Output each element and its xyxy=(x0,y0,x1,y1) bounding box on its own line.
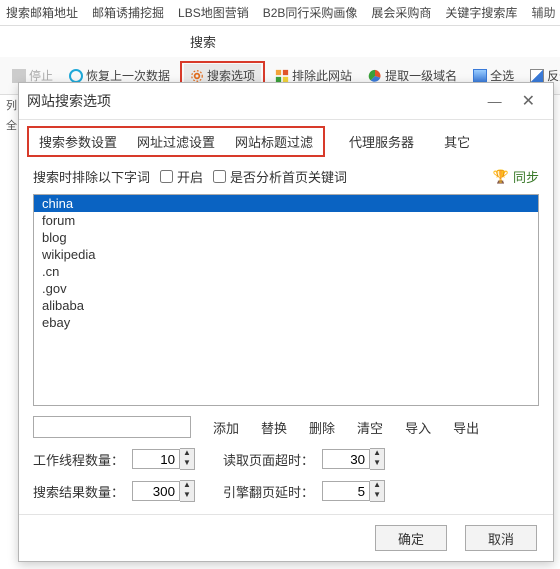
analyze-checkbox-wrap[interactable]: 是否分析首页关键词 xyxy=(213,167,347,186)
results-label: 搜索结果数量： xyxy=(33,482,124,501)
list-item[interactable]: ebay xyxy=(34,314,538,331)
list-item[interactable]: .cn xyxy=(34,263,538,280)
tab-url-filter[interactable]: 网址过滤设置 xyxy=(127,128,225,155)
enable-checkbox-wrap[interactable]: 开启 xyxy=(160,167,203,186)
down-icon[interactable]: ▼ xyxy=(180,491,194,501)
tab-search-params[interactable]: 搜索参数设置 xyxy=(29,128,127,155)
timeout-spinner[interactable]: ▲▼ xyxy=(322,448,385,470)
stop-icon xyxy=(12,69,26,83)
top-tab[interactable]: 展会采购商 xyxy=(371,4,431,21)
invert-icon xyxy=(530,69,544,83)
sync-label: 同步 xyxy=(513,167,539,186)
exclude-words-list[interactable]: china forum blog wikipedia .cn .gov alib… xyxy=(33,194,539,406)
timeout-input[interactable] xyxy=(322,449,370,469)
close-button[interactable]: ✕ xyxy=(512,89,545,113)
sync-button[interactable]: 🏆 同步 xyxy=(493,167,539,186)
gear-icon xyxy=(190,69,204,83)
results-spinner[interactable]: ▲▼ xyxy=(132,480,195,502)
clear-button[interactable]: 清空 xyxy=(357,418,383,437)
minimize-button[interactable]: — xyxy=(478,91,512,111)
dialog-body: 搜索时排除以下字词 开启 是否分析首页关键词 🏆 同步 china forum … xyxy=(19,157,553,514)
list-item[interactable]: blog xyxy=(34,229,538,246)
down-icon[interactable]: ▼ xyxy=(370,491,384,501)
tab-title-filter[interactable]: 网站标题过滤 xyxy=(225,128,323,155)
analyze-label: 是否分析首页关键词 xyxy=(230,167,347,186)
replace-button[interactable]: 替换 xyxy=(261,418,287,437)
top-tab[interactable]: 搜索邮箱地址 xyxy=(6,4,78,21)
cancel-button[interactable]: 取消 xyxy=(465,525,537,551)
dialog-tabs: 搜索参数设置 网址过滤设置 网站标题过滤 代理服务器 其它 xyxy=(19,120,553,157)
import-button[interactable]: 导入 xyxy=(405,418,431,437)
flip-label: 引擎翻页延时： xyxy=(223,482,314,501)
flip-input[interactable] xyxy=(322,481,370,501)
dialog-titlebar: 网站搜索选项 — ✕ xyxy=(19,83,553,120)
search-section-label: 搜索 xyxy=(0,26,560,57)
down-icon[interactable]: ▼ xyxy=(370,459,384,469)
top-tab[interactable]: LBS地图营销 xyxy=(178,4,249,21)
list-item[interactable]: alibaba xyxy=(34,297,538,314)
list-item[interactable]: forum xyxy=(34,212,538,229)
enable-checkbox[interactable] xyxy=(160,170,173,183)
tab-proxy[interactable]: 代理服务器 xyxy=(343,128,420,155)
results-input[interactable] xyxy=(132,481,180,501)
dialog-footer: 确定 取消 xyxy=(19,514,553,561)
threads-spinner[interactable]: ▲▼ xyxy=(132,448,195,470)
list-item[interactable]: .gov xyxy=(34,280,538,297)
col-label: 列 xyxy=(6,97,17,113)
threads-input[interactable] xyxy=(132,449,180,469)
tab-other[interactable]: 其它 xyxy=(438,128,476,155)
top-tab[interactable]: 关键字搜索库 xyxy=(445,4,517,21)
list-item[interactable]: china xyxy=(34,195,538,212)
dialog-title: 网站搜索选项 xyxy=(27,91,478,111)
top-tab-aux[interactable]: 辅助 xyxy=(531,4,555,21)
exclude-words-label: 搜索时排除以下字词 xyxy=(33,167,150,186)
list-item[interactable]: wikipedia xyxy=(34,246,538,263)
dialog-tab-highlight: 搜索参数设置 网址过滤设置 网站标题过滤 xyxy=(27,126,325,157)
timeout-label: 读取页面超时： xyxy=(223,450,314,469)
delete-button[interactable]: 删除 xyxy=(309,418,335,437)
threads-label: 工作线程数量： xyxy=(33,450,124,469)
top-tab[interactable]: 邮箱诱捕挖掘 xyxy=(92,4,164,21)
trophy-icon: 🏆 xyxy=(493,169,509,185)
analyze-checkbox[interactable] xyxy=(213,170,226,183)
word-input[interactable] xyxy=(33,416,191,438)
flip-spinner[interactable]: ▲▼ xyxy=(322,480,385,502)
all-label: 全 xyxy=(6,117,17,133)
exclude-icon xyxy=(275,69,289,83)
export-button[interactable]: 导出 xyxy=(453,418,479,437)
top-tab[interactable]: B2B同行采购画像 xyxy=(263,4,358,21)
pie-icon xyxy=(368,69,382,83)
enable-label: 开启 xyxy=(177,167,203,186)
list-actions: 添加 替换 删除 清空 导入 导出 xyxy=(33,416,539,438)
ok-button[interactable]: 确定 xyxy=(375,525,447,551)
down-icon[interactable]: ▼ xyxy=(180,459,194,469)
top-tab-bar: 搜索邮箱地址 邮箱诱捕挖掘 LBS地图营销 B2B同行采购画像 展会采购商 关键… xyxy=(0,0,560,26)
select-all-icon xyxy=(473,69,487,83)
add-button[interactable]: 添加 xyxy=(213,418,239,437)
shield-icon xyxy=(69,69,83,83)
search-options-dialog: 网站搜索选项 — ✕ 搜索参数设置 网址过滤设置 网站标题过滤 代理服务器 其它… xyxy=(18,82,554,562)
